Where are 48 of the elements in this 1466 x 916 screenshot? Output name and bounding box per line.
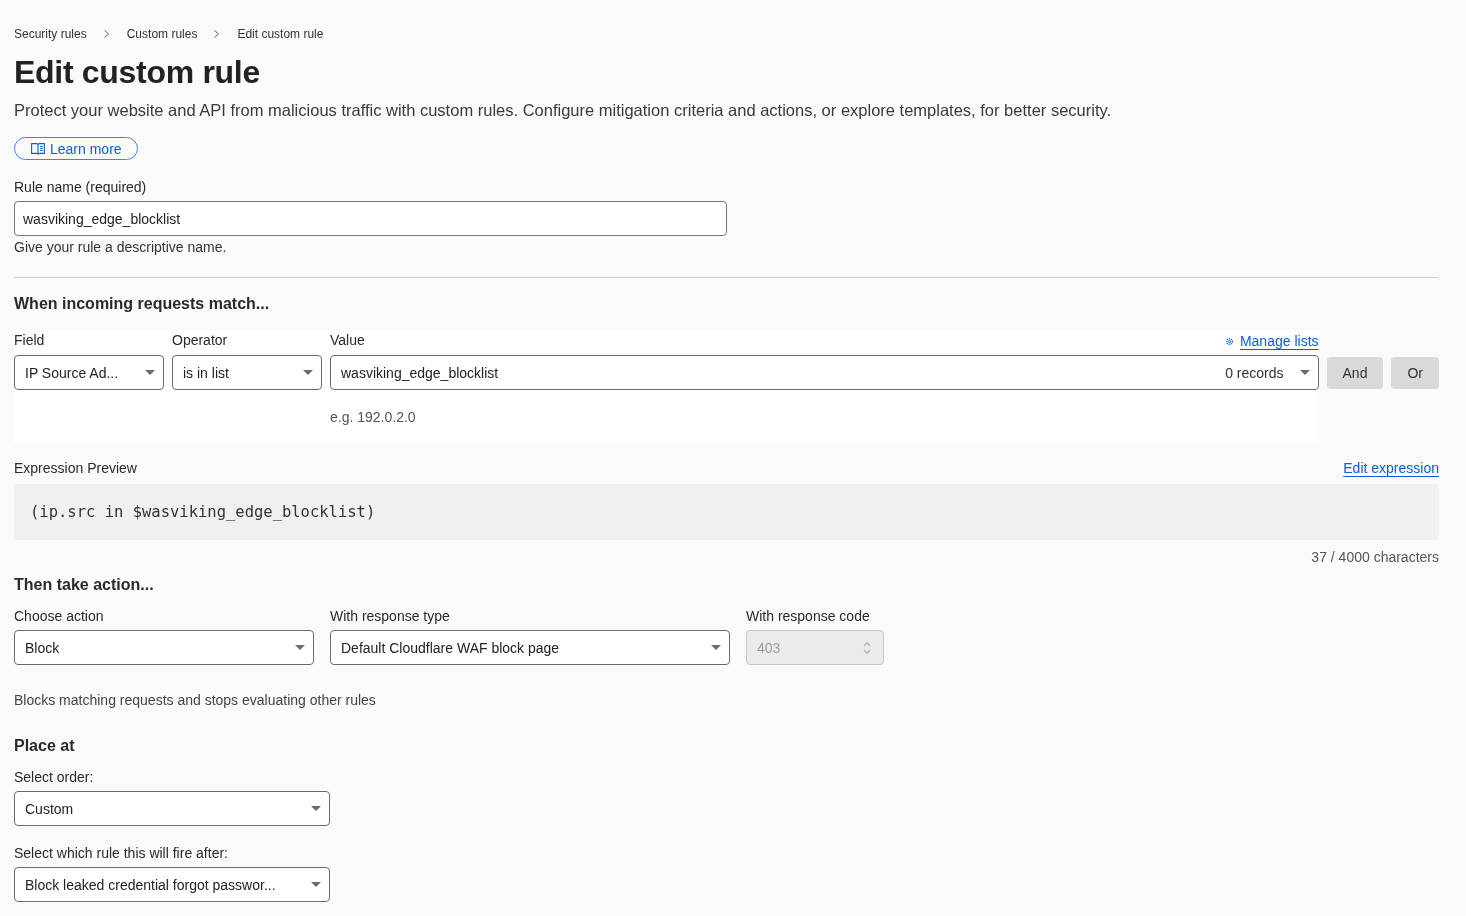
caret-icon: [303, 370, 313, 375]
column-label: Operator: [172, 331, 228, 350]
logic-button[interactable]: Or: [1391, 357, 1439, 389]
action-select[interactable]: Block: [14, 630, 314, 665]
section-heading: Place at: [14, 736, 76, 756]
field-label: Select order:: [14, 768, 95, 787]
gear-icon: [1224, 336, 1234, 346]
breadcrumb-current: Edit custom rule: [237, 26, 324, 42]
page-description: Protect your website and API from malicious traffic with custom rules. Configure mitigation criteria and actions, or explore templates, for better security.: [14, 100, 1113, 121]
stepper-icon: [863, 640, 871, 655]
caret-icon: [711, 645, 721, 650]
section-heading: When incoming requests match...: [14, 294, 271, 314]
column-label: Value: [330, 331, 365, 350]
response-type-select[interactable]: Default Cloudflare WAF block page: [330, 630, 730, 665]
caret-icon: [145, 370, 155, 375]
preceding-rule-select[interactable]: Block leaked credential forgot passwor...: [14, 867, 330, 902]
value-select[interactable]: wasviking_edge_blocklist 0 records: [330, 355, 1319, 390]
chevron-icon: [214, 30, 220, 38]
field-label: Select which rule this will fire after:: [14, 844, 229, 863]
order-select[interactable]: Custom: [14, 791, 330, 826]
column-label: Field: [14, 331, 45, 350]
breadcrumb-link[interactable]: Security rules: [14, 26, 87, 42]
section-heading: Then take action...: [14, 575, 155, 595]
field-label: Rule name (required): [14, 178, 148, 197]
manage-lists-link[interactable]: Manage lists: [1224, 331, 1319, 351]
book-icon: [31, 142, 45, 155]
caret-icon: [311, 806, 321, 811]
record-count: 0 records: [1225, 364, 1284, 381]
rule-name-field[interactable]: wasviking_edge_blocklist: [14, 201, 727, 236]
field-label: Expression Preview: [14, 459, 137, 478]
expression-preview: (ip.src in $wasviking_edge_blocklist): [14, 484, 1439, 540]
page-title: Edit custom rule: [14, 53, 261, 92]
chevron-icon: [103, 30, 109, 38]
edit-expression-link[interactable]: Edit expression: [1343, 458, 1439, 478]
character-count: 37 / 4000 characters: [1310, 548, 1439, 567]
caret-icon: [295, 645, 305, 650]
value-hint: e.g. 192.0.2.0: [330, 408, 417, 427]
field-label: Choose action: [14, 607, 105, 626]
logic-button[interactable]: And: [1326, 357, 1384, 389]
action-description: Blocks matching requests and stops evaluating other rules: [14, 691, 377, 710]
field-select[interactable]: IP Source Ad...: [14, 355, 164, 390]
operator-select[interactable]: is in list: [172, 355, 322, 390]
field-label: With response code: [746, 607, 871, 626]
field-label: With response type: [330, 607, 451, 626]
caret-icon: [1299, 370, 1310, 375]
caret-icon: [311, 882, 321, 887]
help-text: Give your rule a descriptive name.: [14, 238, 228, 257]
breadcrumb-link[interactable]: Custom rules: [126, 26, 198, 42]
